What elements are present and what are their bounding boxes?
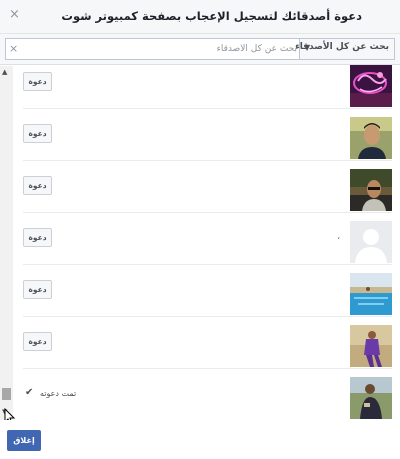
friend-row: دعوة [23, 108, 392, 161]
dialog-title: دعوة أصدقائك لتسجيل الإعجاب بصفحة كمبيوت… [61, 9, 362, 23]
invite-button[interactable]: دعوة [23, 72, 52, 91]
friend-row: دعوة [23, 56, 392, 109]
dialog-header: دعوة أصدقائك لتسجيل الإعجاب بصفحة كمبيوت… [0, 0, 400, 34]
invited-status: تمت دعوته [40, 389, 77, 398]
friend-row: دعوة [23, 316, 392, 369]
scrollbar-thumb[interactable] [2, 388, 11, 400]
check-icon: ✔ [25, 387, 34, 398]
clear-search-icon[interactable]: × [9, 42, 18, 56]
friend-avatar[interactable] [350, 273, 392, 315]
friend-row: دعوة ، [23, 212, 392, 265]
invite-button[interactable]: دعوة [23, 124, 52, 143]
friend-row: دعوة [23, 264, 392, 317]
invite-button[interactable]: دعوة [23, 176, 52, 195]
invite-button[interactable]: دعوة [23, 332, 52, 351]
close-button[interactable]: إغلاق [7, 430, 41, 451]
friend-avatar[interactable] [350, 117, 392, 159]
scrollbar[interactable]: ▲ ▼ [0, 66, 13, 420]
default-avatar-icon[interactable] [350, 221, 392, 263]
friend-avatar[interactable] [350, 65, 392, 107]
friend-row: ✔ تمت دعوته [23, 368, 392, 421]
invite-button[interactable]: دعوة [23, 280, 52, 299]
invite-button[interactable]: دعوة [23, 228, 52, 247]
friend-name: ، [337, 232, 340, 241]
friend-avatar[interactable] [350, 377, 392, 419]
friend-avatar[interactable] [350, 169, 392, 211]
friend-row: دعوة [23, 160, 392, 213]
friend-avatar[interactable] [350, 325, 392, 367]
close-icon[interactable]: × [9, 8, 20, 22]
chevron-down-icon: ▼ [304, 43, 311, 52]
dialog-footer: إغلاق [0, 420, 400, 459]
scroll-up-icon[interactable]: ▲ [2, 68, 7, 76]
